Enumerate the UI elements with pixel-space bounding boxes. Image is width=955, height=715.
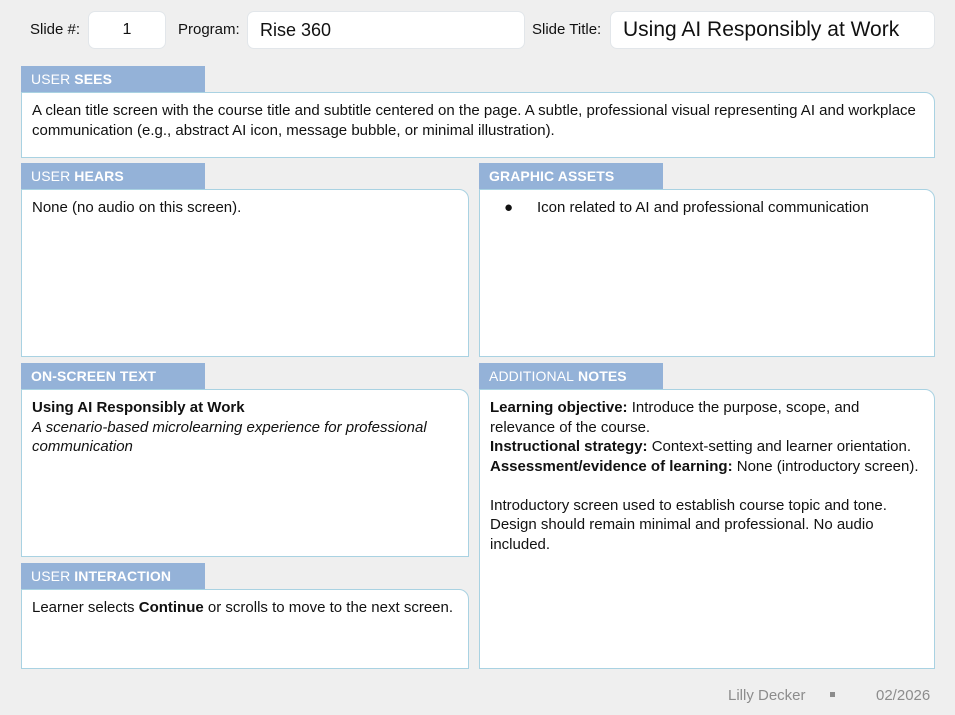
user-hears-tab-plain: USER — [31, 168, 71, 184]
user-sees-box[interactable]: A clean title screen with the course tit… — [21, 92, 935, 158]
graphic-assets-tab-bold: GRAPHIC ASSETS — [489, 168, 615, 184]
user-hears-box[interactable]: None (no audio on this screen). — [21, 189, 469, 357]
user-sees-tab: USER SEES — [21, 66, 205, 92]
footer-separator-icon — [830, 692, 835, 697]
additional-notes-tab-bold: NOTES — [578, 368, 627, 384]
graphic-assets-tab: GRAPHIC ASSETS — [479, 163, 663, 189]
instructional-strategy-text: Context-setting and learner orientation. — [647, 438, 912, 455]
instructional-strategy-label: Instructional strategy: — [490, 438, 648, 455]
graphic-assets-box[interactable]: ● Icon related to AI and professional co… — [479, 189, 935, 357]
user-hears-tab-bold: HEARS — [74, 168, 124, 184]
user-hears-text: None (no audio on this screen). — [32, 199, 242, 216]
user-interaction-text-before: Learner selects — [32, 599, 139, 616]
user-sees-tab-bold: SEES — [74, 71, 113, 87]
user-interaction-tab-plain: USER — [31, 568, 71, 584]
user-hears-tab: USER HEARS — [21, 163, 205, 189]
user-sees-text: A clean title screen with the course tit… — [32, 102, 916, 139]
program-field[interactable]: Rise 360 — [247, 11, 525, 49]
instructional-strategy: Instructional strategy: Context-setting … — [490, 437, 924, 457]
assessment: Assessment/evidence of learning: None (i… — [490, 457, 924, 477]
footer-author: Lilly Decker — [728, 687, 806, 704]
user-interaction-text-after: or scrolls to move to the next screen. — [203, 599, 454, 616]
on-screen-text-box[interactable]: Using AI Responsibly at Work A scenario-… — [21, 389, 469, 557]
user-sees-tab-plain: USER — [31, 71, 71, 87]
learning-objective: Learning objective: Introduce the purpos… — [490, 398, 924, 437]
footer-date: 02/2026 — [876, 687, 931, 704]
notes-paragraph: Introductory screen used to establish co… — [490, 496, 887, 553]
program-label: Program: — [178, 21, 240, 38]
slide-title-label: Slide Title: — [532, 21, 602, 38]
list-item: ● Icon related to AI and professional co… — [490, 198, 924, 218]
additional-notes-box[interactable]: Learning objective: Introduce the purpos… — [479, 389, 935, 669]
user-interaction-tab-bold: INTERACTION — [74, 568, 172, 584]
on-screen-subtitle: A scenario-based microlearning experienc… — [32, 418, 427, 456]
additional-notes-tab: ADDITIONAL NOTES — [479, 363, 663, 389]
slide-title-value: Using AI Responsibly at Work — [623, 18, 900, 41]
slide-title-field[interactable]: Using AI Responsibly at Work — [610, 11, 935, 49]
slide-number-field[interactable]: 1 — [88, 11, 166, 49]
on-screen-text-tab-bold: ON-SCREEN TEXT — [31, 368, 157, 384]
on-screen-text-tab: ON-SCREEN TEXT — [21, 363, 205, 389]
on-screen-title: Using AI Responsibly at Work — [32, 399, 245, 416]
learning-objective-label: Learning objective: — [490, 399, 628, 416]
bullet-icon: ● — [504, 199, 514, 216]
assessment-text: None (introductory screen). — [732, 457, 919, 475]
slide-number-value: 1 — [122, 21, 132, 38]
user-interaction-tab: USER INTERACTION — [21, 563, 205, 589]
user-interaction-box[interactable]: Learner selects Continue or scrolls to m… — [21, 589, 469, 669]
program-value: Rise 360 — [260, 19, 332, 40]
user-interaction-text-bold: Continue — [138, 599, 204, 616]
graphic-asset-item: Icon related to AI and professional comm… — [537, 199, 869, 216]
additional-notes-tab-plain: ADDITIONAL — [489, 368, 575, 384]
slide-number-label: Slide #: — [30, 21, 81, 38]
assessment-label: Assessment/evidence of learning: — [490, 457, 733, 475]
